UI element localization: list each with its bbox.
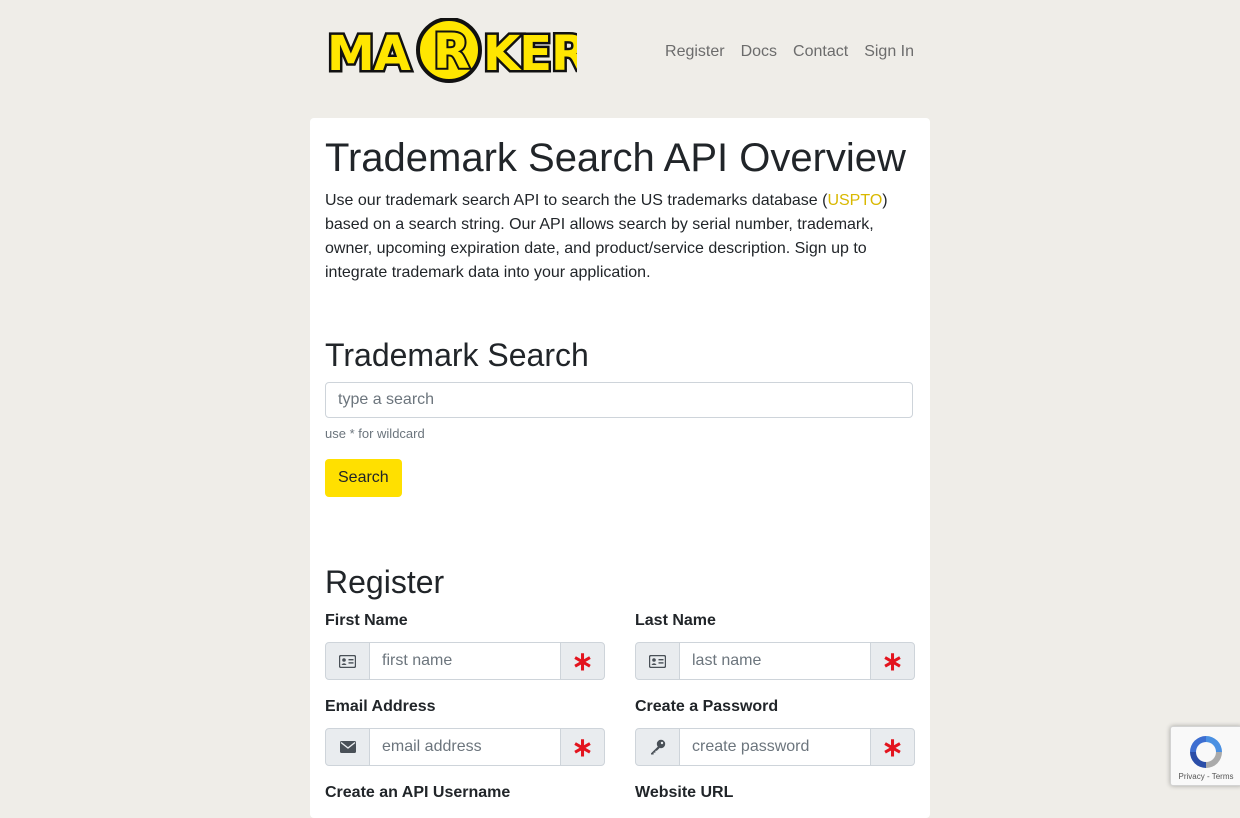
id-card-icon xyxy=(325,642,370,680)
page-title: Trademark Search API Overview xyxy=(325,136,906,180)
first-name-group: ∗ xyxy=(325,642,605,680)
email-group: ∗ xyxy=(325,728,605,766)
first-name-label: First Name xyxy=(325,612,408,629)
nav-sign-in-link[interactable]: Sign In xyxy=(856,40,922,64)
nav-docs-link[interactable]: Docs xyxy=(733,40,785,64)
uspto-link[interactable]: USPTO xyxy=(827,192,882,209)
api-username-field: Create an API Username xyxy=(325,783,605,814)
intro-text: Use our trademark search API to search t… xyxy=(325,189,900,285)
register-heading: Register xyxy=(325,564,445,600)
marker-logo[interactable]: MA R KER xyxy=(325,17,590,85)
first-name-field: First Name ∗ xyxy=(325,611,605,680)
last-name-input[interactable] xyxy=(680,642,870,680)
required-asterisk-icon: ∗ xyxy=(870,642,915,680)
api-username-label: Create an API Username xyxy=(325,784,511,801)
search-hint: use * for wildcard xyxy=(325,426,425,441)
nav-register-link[interactable]: Register xyxy=(657,40,733,64)
email-field: Email Address ∗ xyxy=(325,697,605,766)
envelope-icon xyxy=(325,728,370,766)
intro-text-start: Use our trademark search API to search t… xyxy=(325,192,828,209)
last-name-field: Last Name ∗ xyxy=(635,611,915,680)
recaptcha-links[interactable]: Privacy - Terms xyxy=(1171,772,1240,781)
nav-contact-link[interactable]: Contact xyxy=(785,40,856,64)
recaptcha-icon xyxy=(1190,736,1222,768)
last-name-label: Last Name xyxy=(635,612,716,629)
content-card: Trademark Search API Overview Use our tr… xyxy=(310,118,930,818)
first-name-input[interactable] xyxy=(370,642,560,680)
search-input[interactable] xyxy=(325,382,913,418)
email-input[interactable] xyxy=(370,728,560,766)
main-nav: Register Docs Contact Sign In xyxy=(657,40,922,64)
last-name-group: ∗ xyxy=(635,642,915,680)
password-group: ∗ xyxy=(635,728,915,766)
svg-text:KER: KER xyxy=(483,26,577,82)
svg-text:MA: MA xyxy=(327,26,411,82)
svg-text:R: R xyxy=(433,24,470,80)
id-card-icon xyxy=(635,642,680,680)
required-asterisk-icon: ∗ xyxy=(560,728,605,766)
search-button[interactable]: Search xyxy=(325,459,402,497)
top-bar: MA R KER Register Docs Contact Sign In xyxy=(310,0,930,100)
required-asterisk-icon: ∗ xyxy=(560,642,605,680)
password-label: Create a Password xyxy=(635,698,779,715)
search-heading: Trademark Search xyxy=(325,337,589,373)
email-label: Email Address xyxy=(325,698,436,715)
website-url-field: Website URL xyxy=(635,783,915,814)
recaptcha-badge[interactable]: Privacy - Terms xyxy=(1170,726,1240,786)
required-asterisk-icon: ∗ xyxy=(870,728,915,766)
password-input[interactable] xyxy=(680,728,870,766)
key-icon xyxy=(635,728,680,766)
password-field: Create a Password ∗ xyxy=(635,697,915,766)
website-url-label: Website URL xyxy=(635,784,734,801)
